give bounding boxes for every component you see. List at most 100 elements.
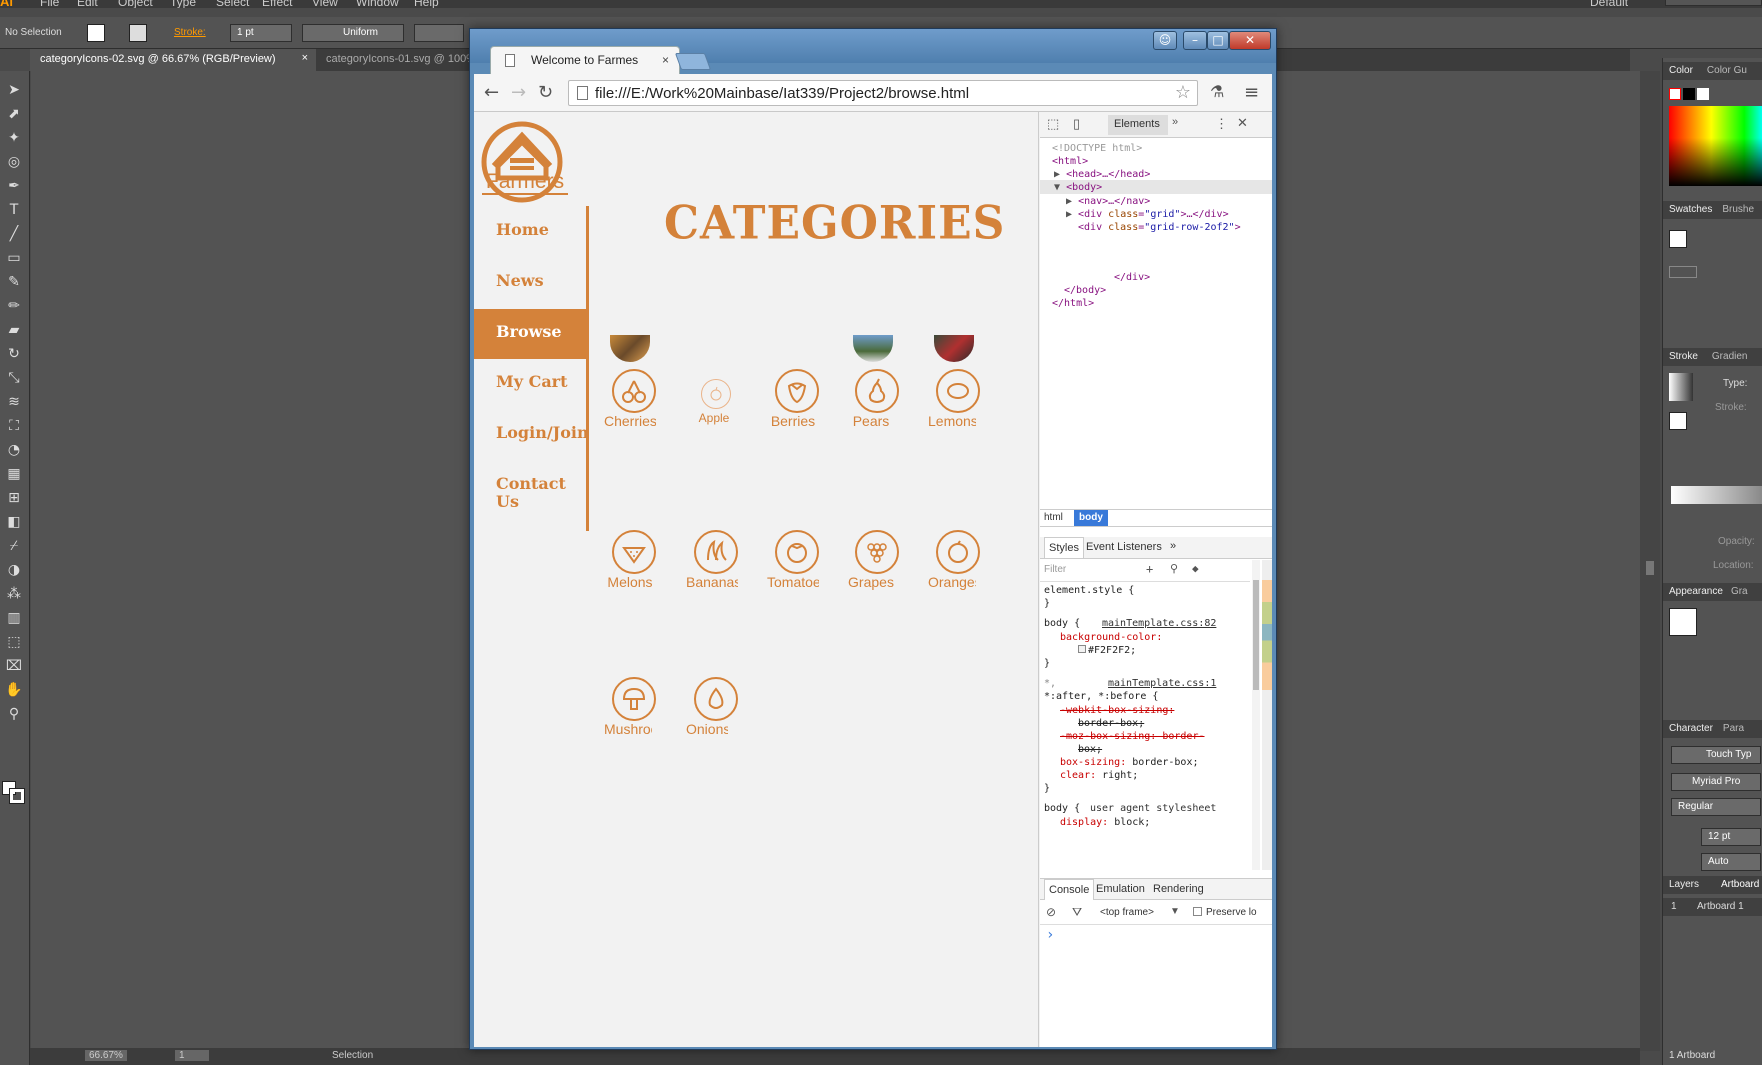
more-tabs-icon[interactable]: » <box>1172 116 1178 128</box>
pen-tool-icon[interactable]: ✒ <box>5 177 23 195</box>
reload-icon[interactable]: ↻ <box>538 82 553 103</box>
warp-tool-icon[interactable]: ≋ <box>5 393 23 411</box>
css-universal-selector[interactable]: *, <box>1044 678 1056 689</box>
slice-tool-icon[interactable]: ⌧ <box>5 657 23 675</box>
category-photo-pears[interactable] <box>853 335 893 362</box>
artboard-tool-icon[interactable]: ⬚ <box>5 633 23 651</box>
magic-wand-tool-icon[interactable]: ✦ <box>5 129 23 147</box>
source-link-label[interactable]: mainTemplate.css:1 <box>1108 678 1216 689</box>
rectangle-tool-icon[interactable]: ▭ <box>5 249 23 267</box>
paintbrush-tool-icon[interactable]: ✎ <box>5 273 23 291</box>
device-mode-icon[interactable]: ▯ <box>1073 116 1080 132</box>
scrollbar-thumb[interactable] <box>1646 561 1654 575</box>
expand-arrow-icon[interactable]: ▶ <box>1066 196 1072 207</box>
menu-object[interactable]: Object <box>118 0 153 8</box>
inspect-element-icon[interactable]: ⬚ <box>1047 116 1059 132</box>
tab-styles[interactable]: Styles <box>1044 537 1084 558</box>
category-onions[interactable]: Onions <box>686 677 746 747</box>
workspace-switcher[interactable]: Default <box>1590 0 1628 8</box>
artboard-row[interactable]: 1 Artboard 1 <box>1663 898 1762 916</box>
zoom-field[interactable]: 66.67% <box>85 1050 127 1061</box>
category-tomatoes[interactable]: Tomatoes <box>767 530 827 600</box>
css-property[interactable]: box-sizing: <box>1060 757 1126 768</box>
css-universal-selector-2[interactable]: *:after, *:before { <box>1044 691 1158 702</box>
white-swatch-icon[interactable] <box>1697 88 1709 100</box>
graphic-styles-tab[interactable]: Gra <box>1731 586 1748 597</box>
free-transform-tool-icon[interactable]: ⛶ <box>5 417 23 435</box>
browser-tab[interactable]: Welcome to Farmes × <box>490 46 680 74</box>
css-declaration[interactable]: background-color: <box>1060 632 1162 643</box>
category-photo-cherries[interactable] <box>610 335 650 362</box>
stroke-tab[interactable]: Stroke <box>1669 351 1698 362</box>
css-body-selector[interactable]: body { <box>1044 618 1080 629</box>
page-info-icon[interactable] <box>577 86 588 100</box>
maximize-icon[interactable]: □ <box>1207 31 1229 50</box>
category-cherries[interactable]: Cherries <box>604 369 664 439</box>
tab-emulation[interactable]: Emulation <box>1096 883 1145 895</box>
css-property[interactable]: background-color: <box>1060 632 1162 643</box>
dom-body[interactable]: ▼ <body> <box>1054 182 1102 193</box>
eraser-tool-icon[interactable]: ▰ <box>5 321 23 339</box>
preserve-log-label[interactable]: Preserve lo <box>1206 907 1272 918</box>
css-value[interactable]: right; <box>1102 770 1138 781</box>
new-tab-button[interactable] <box>674 53 712 70</box>
expand-arrow-icon[interactable]: ▶ <box>1066 209 1072 220</box>
frame-dropdown-icon[interactable]: ▼ <box>1170 906 1180 917</box>
css-value[interactable]: border-box; <box>1078 718 1144 729</box>
menu-view[interactable]: View <box>312 0 338 8</box>
dom-head[interactable]: ▶ <head>…</head> <box>1054 169 1150 180</box>
menu-edit[interactable]: Edit <box>77 0 98 8</box>
stroke-panel-header[interactable]: Stroke Gradien <box>1663 348 1762 366</box>
category-pears[interactable]: Pears <box>847 369 907 439</box>
leading-field[interactable]: Auto <box>1701 853 1761 871</box>
frame-select[interactable]: <top frame> <box>1100 907 1154 918</box>
nav-browse[interactable]: Browse <box>474 309 586 359</box>
artboards-tab[interactable]: Artboard <box>1721 879 1759 890</box>
stroke-swatch[interactable] <box>129 24 147 42</box>
css-property[interactable]: display: <box>1060 817 1108 828</box>
appearance-panel-header[interactable]: Appearance Gra <box>1663 583 1762 601</box>
artboard-nav-field[interactable]: 1 <box>175 1050 209 1061</box>
stroke-color-icon[interactable] <box>9 788 25 804</box>
stroke-weight-field[interactable]: 1 pt <box>230 24 292 42</box>
color-panel-header[interactable]: Color Color Gu <box>1663 62 1762 80</box>
console-prompt[interactable]: › <box>1046 927 1054 943</box>
url-text[interactable]: file:///E:/Work%20Mainbase/Iat339/Projec… <box>595 85 969 102</box>
window-close-icon[interactable]: ✕ <box>1229 31 1271 50</box>
css-property[interactable]: -webkit-box-sizing: <box>1060 705 1174 716</box>
menu-type[interactable]: Type <box>170 0 196 8</box>
css-value[interactable]: box; <box>1078 744 1102 755</box>
close-icon[interactable]: × <box>302 52 308 64</box>
menu-file[interactable]: File <box>40 0 59 8</box>
menu-effect[interactable]: Effect <box>262 0 292 8</box>
new-rule-icon[interactable]: + <box>1146 562 1153 576</box>
layers-tab[interactable]: Layers <box>1669 879 1699 890</box>
css-declaration-value[interactable]: #F2F2F2; <box>1078 645 1136 656</box>
css-property[interactable]: -moz-box-sizing: border- <box>1060 731 1205 742</box>
stroke-profile-select[interactable]: Uniform <box>302 24 404 42</box>
css-value[interactable]: #F2F2F2; <box>1088 645 1136 656</box>
css-source-link[interactable]: mainTemplate.css:82 <box>1102 618 1216 629</box>
shape-builder-tool-icon[interactable]: ◔ <box>5 441 23 459</box>
preserve-log-checkbox[interactable] <box>1193 907 1202 916</box>
gradient-tab[interactable]: Gradien <box>1712 351 1748 362</box>
character-tab[interactable]: Character <box>1669 723 1713 734</box>
css-declaration-overridden[interactable]: -moz-box-sizing: border- <box>1060 731 1205 742</box>
paragraph-tab[interactable]: Para <box>1723 723 1744 734</box>
character-panel-header[interactable]: Character Para <box>1663 720 1762 738</box>
nav-news[interactable]: News <box>474 258 586 308</box>
nav-login-join[interactable]: Login/Join <box>474 410 589 460</box>
fill-swatch-icon[interactable] <box>1669 230 1687 248</box>
more-tabs-icon[interactable]: » <box>1170 540 1176 552</box>
gradient-slider[interactable] <box>1671 486 1762 504</box>
category-apple[interactable]: Apple <box>686 369 746 439</box>
mesh-tool-icon[interactable]: ⊞ <box>5 489 23 507</box>
dom-body-close[interactable]: </body> <box>1064 285 1106 296</box>
css-declaration[interactable]: display: block; <box>1060 817 1150 828</box>
category-oranges[interactable]: Oranges <box>928 530 988 600</box>
styles-filter[interactable]: Filter + ⚲ ◆ <box>1040 560 1250 582</box>
gradient-tool-icon[interactable]: ◧ <box>5 513 23 531</box>
category-berries[interactable]: Berries <box>767 369 827 439</box>
filter-icon[interactable]: ⛛ <box>1072 905 1082 920</box>
menu-window[interactable]: Window <box>356 0 399 8</box>
